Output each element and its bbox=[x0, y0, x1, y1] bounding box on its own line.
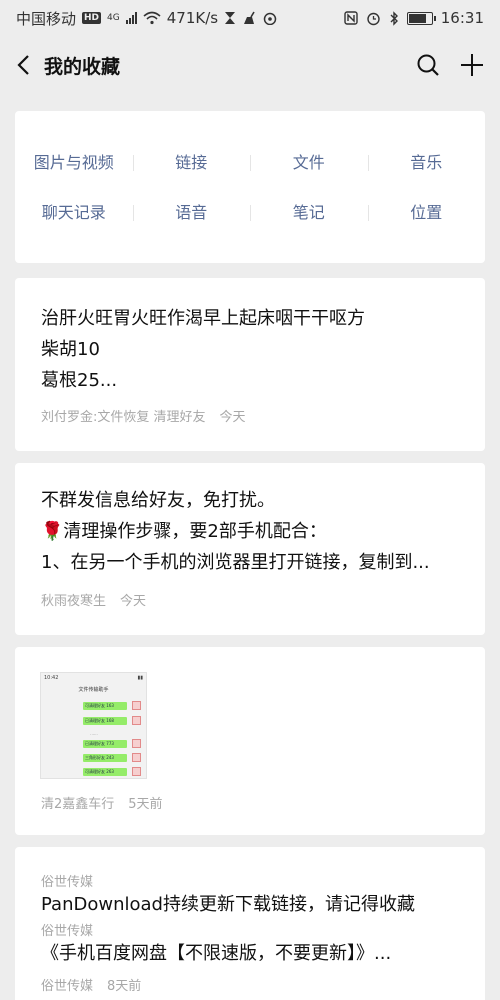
item-text: 治肝火旺胃火旺作渴早上起床咽干干呕方 柴胡10 葛根25... bbox=[15, 278, 485, 396]
favorite-item[interactable]: 不群发信息给好友，免打扰。 🌹清理操作步骤，要2部手机配合： 1、在另一个手机的… bbox=[15, 463, 485, 635]
item-text: 不群发信息给好友，免打扰。 🌹清理操作步骤，要2部手机配合： 1、在另一个手机的… bbox=[15, 463, 485, 578]
clean-icon bbox=[244, 11, 255, 24]
battery-icon bbox=[406, 11, 436, 25]
item-meta: 清2嘉鑫车行 5天前 bbox=[15, 793, 189, 812]
hd-badge: HD bbox=[82, 12, 102, 24]
thumb-avatar bbox=[132, 739, 141, 748]
thumb-avatar bbox=[132, 701, 141, 710]
item-time: 今天 bbox=[219, 410, 246, 425]
thumb-bubble: 可清理好友 263 bbox=[83, 768, 127, 776]
hourglass-icon bbox=[225, 12, 236, 24]
favorite-item[interactable]: 俗世传媒 PanDownload持续更新下载链接，请记得收藏 俗世传媒 《手机百… bbox=[15, 847, 485, 1000]
category-card: 图片与视频 链接 文件 音乐 聊天记录 语音 笔记 位置 bbox=[15, 111, 485, 263]
item-link-title: 《手机百度网盘【不限速版，不要更新】》... bbox=[41, 943, 392, 964]
signal-icon bbox=[125, 12, 137, 24]
item-time: 今天 bbox=[120, 594, 147, 609]
clock: 16:31 bbox=[440, 9, 484, 27]
carrier-label: 中国移动 bbox=[16, 9, 77, 28]
item-line: 葛根25... bbox=[41, 370, 118, 391]
item-source: 秋雨夜寒生 bbox=[41, 594, 107, 609]
thumb-time: 10:42 bbox=[44, 675, 59, 681]
favorite-item[interactable]: 治肝火旺胃火旺作渴早上起床咽干干呕方 柴胡10 葛根25... 刘付罗金:文件恢… bbox=[15, 278, 485, 451]
item-line: 1、在另一个手机的浏览器里打开链接，复制到... bbox=[41, 552, 430, 573]
thumb-bubble: 可清理好友 163 bbox=[83, 702, 127, 710]
category-row-1: 图片与视频 链接 文件 音乐 bbox=[15, 151, 485, 175]
item-line: 🌹清理操作步骤，要2部手机配合： bbox=[41, 521, 327, 542]
category-notes[interactable]: 笔记 bbox=[250, 201, 368, 225]
item-source: 清2嘉鑫车行 bbox=[41, 797, 115, 812]
page-title: 我的收藏 bbox=[44, 55, 121, 78]
thumb-bubble: 已清理好友 773 bbox=[83, 740, 127, 748]
plus-icon[interactable] bbox=[460, 53, 484, 77]
category-files[interactable]: 文件 bbox=[250, 151, 368, 175]
thumb-status: ▮▮ bbox=[137, 675, 143, 681]
category-music[interactable]: 音乐 bbox=[367, 151, 486, 175]
category-images-videos[interactable]: 图片与视频 bbox=[15, 151, 133, 175]
nfc-icon bbox=[344, 11, 358, 25]
item-source: 俗世传媒 bbox=[41, 979, 94, 994]
item-line: 不群发信息给好友，免打扰。 bbox=[41, 490, 275, 511]
alarm-icon bbox=[367, 12, 380, 25]
back-arrow-icon[interactable] bbox=[16, 54, 30, 76]
thumb-avatar bbox=[132, 767, 141, 776]
item-meta: 刘付罗金:文件恢复 清理好友 今天 bbox=[15, 406, 485, 425]
bluetooth-icon bbox=[390, 10, 398, 26]
item-line: 治肝火旺胃火旺作渴早上起床咽干干呕方 bbox=[41, 308, 365, 329]
item-link-title: PanDownload持续更新下载链接，请记得收藏 bbox=[41, 894, 415, 915]
favorite-item[interactable]: 10:42 ▮▮ 文件传输助手 可清理好友 163 已清理好友 168 ·····… bbox=[15, 647, 485, 835]
category-location[interactable]: 位置 bbox=[367, 201, 486, 225]
chat-screenshot-thumbnail: 10:42 ▮▮ 文件传输助手 可清理好友 163 已清理好友 168 ·····… bbox=[40, 672, 147, 779]
thumb-title: 文件传输助手 bbox=[78, 687, 109, 693]
thumb-divider: ······ bbox=[90, 732, 98, 737]
category-voice[interactable]: 语音 bbox=[132, 201, 251, 225]
nav-bar: 我的收藏 bbox=[0, 36, 500, 94]
item-line: 柴胡10 bbox=[41, 339, 100, 360]
category-chat-history[interactable]: 聊天记录 bbox=[15, 201, 133, 225]
category-row-2: 聊天记录 语音 笔记 位置 bbox=[15, 201, 485, 225]
hotspot-icon bbox=[263, 12, 277, 25]
item-meta: 俗世传媒 8天前 bbox=[15, 969, 485, 994]
search-icon[interactable] bbox=[416, 53, 440, 77]
thumb-bubble: 三角形好友 243 bbox=[83, 754, 127, 762]
item-source: 俗世传媒 bbox=[41, 924, 94, 939]
wifi-icon bbox=[143, 11, 161, 25]
item-source: 刘付罗金:文件恢复 清理好友 bbox=[41, 410, 206, 425]
category-links[interactable]: 链接 bbox=[132, 151, 251, 175]
item-source: 俗世传媒 bbox=[41, 875, 94, 890]
status-bar: 中国移动 HD 4G 471K/s 16:31 bbox=[0, 0, 500, 36]
thumb-avatar bbox=[132, 753, 141, 762]
thumb-avatar bbox=[132, 716, 141, 725]
item-time: 5天前 bbox=[128, 797, 163, 812]
item-time: 8天前 bbox=[107, 979, 142, 994]
network-speed: 471K/s bbox=[166, 9, 219, 27]
thumb-bubble: 已清理好友 168 bbox=[83, 717, 127, 725]
item-meta: 秋雨夜寒生 今天 bbox=[15, 590, 485, 609]
network-label: 4G bbox=[107, 13, 120, 23]
